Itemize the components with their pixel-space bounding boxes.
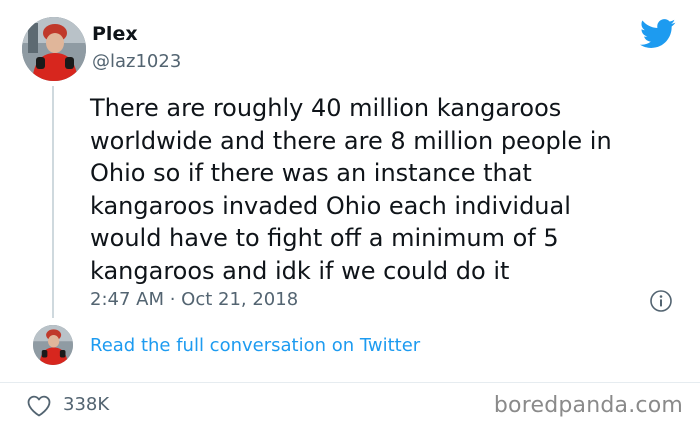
thread-connector-line [52, 86, 54, 318]
author-handle[interactable]: @laz1023 [92, 50, 181, 74]
avatar-photo [33, 325, 73, 365]
heart-icon[interactable] [26, 394, 52, 418]
author-avatar[interactable] [22, 17, 86, 81]
thread-avatar[interactable] [33, 325, 73, 365]
info-icon[interactable] [649, 289, 673, 313]
author-display-name[interactable]: Plex [92, 22, 138, 46]
twitter-bird-icon[interactable] [640, 19, 676, 49]
source-watermark: boredpanda.com [493, 393, 683, 418]
read-full-conversation-link[interactable]: Read the full conversation on Twitter [90, 334, 420, 358]
like-count: 338K [63, 394, 110, 415]
tweet-text: There are roughly 40 million kangaroos w… [90, 94, 612, 285]
avatar-photo [22, 17, 86, 81]
tweet-timestamp[interactable]: 2:47 AM · Oct 21, 2018 [90, 288, 298, 312]
divider [0, 382, 700, 383]
